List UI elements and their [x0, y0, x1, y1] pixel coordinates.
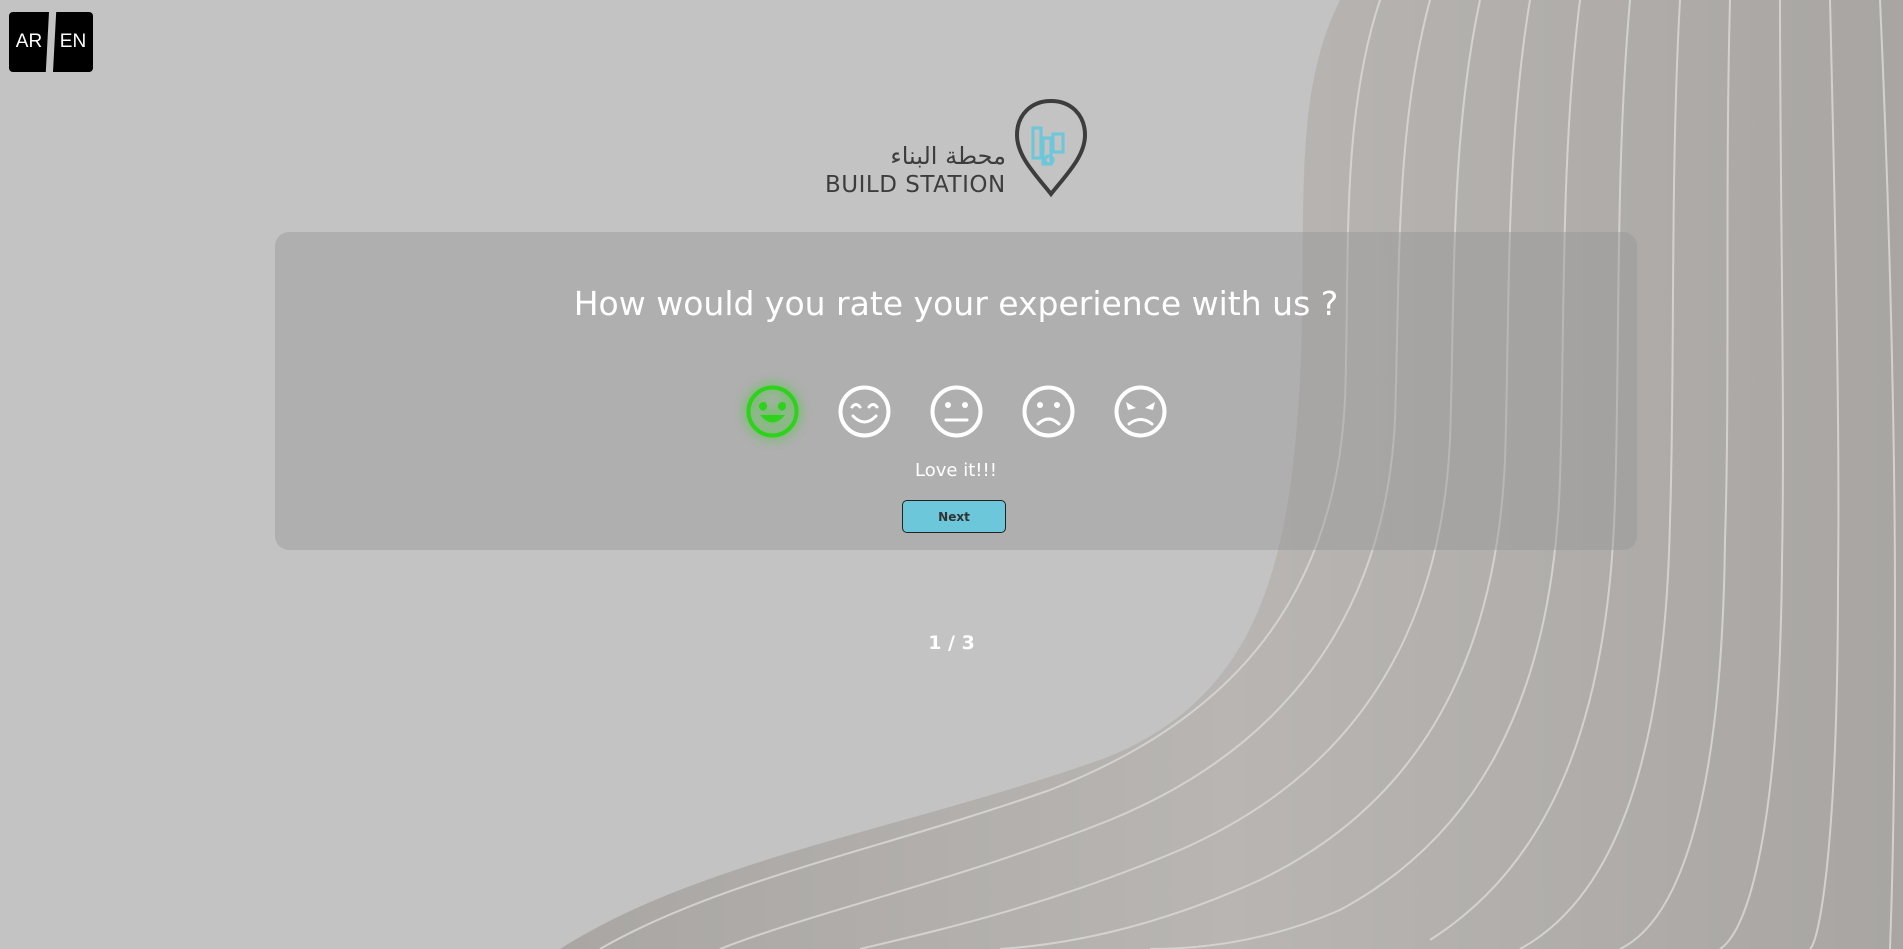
- logo-arabic-text: محطة البناء: [890, 142, 1006, 170]
- rating-love-option[interactable]: [745, 384, 800, 439]
- language-switch: AR EN: [9, 12, 93, 72]
- next-button[interactable]: Next: [902, 500, 1006, 533]
- love-face-icon: [746, 385, 799, 438]
- sad-face-icon: [1022, 385, 1075, 438]
- logo-english-text: BUILD STATION: [825, 172, 1006, 198]
- rating-options: [745, 384, 1168, 439]
- survey-question: How would you rate your experience with …: [573, 284, 1339, 323]
- survey-card: How would you rate your experience with …: [275, 232, 1637, 550]
- rating-sad-option[interactable]: [1021, 384, 1076, 439]
- rating-neutral-option[interactable]: [929, 384, 984, 439]
- map-pin-icon: [1014, 98, 1088, 198]
- selected-rating-label: Love it!!!: [915, 460, 997, 481]
- build-station-logo: محطة البناء BUILD STATION: [820, 98, 1090, 202]
- rating-angry-option[interactable]: [1113, 384, 1168, 439]
- language-ar-button[interactable]: AR: [9, 12, 49, 72]
- rating-good-option[interactable]: [837, 384, 892, 439]
- neutral-face-icon: [930, 385, 983, 438]
- language-en-button[interactable]: EN: [53, 12, 93, 72]
- question-progress: 1 / 3: [928, 632, 975, 654]
- smile-face-icon: [838, 385, 891, 438]
- angry-face-icon: [1114, 385, 1167, 438]
